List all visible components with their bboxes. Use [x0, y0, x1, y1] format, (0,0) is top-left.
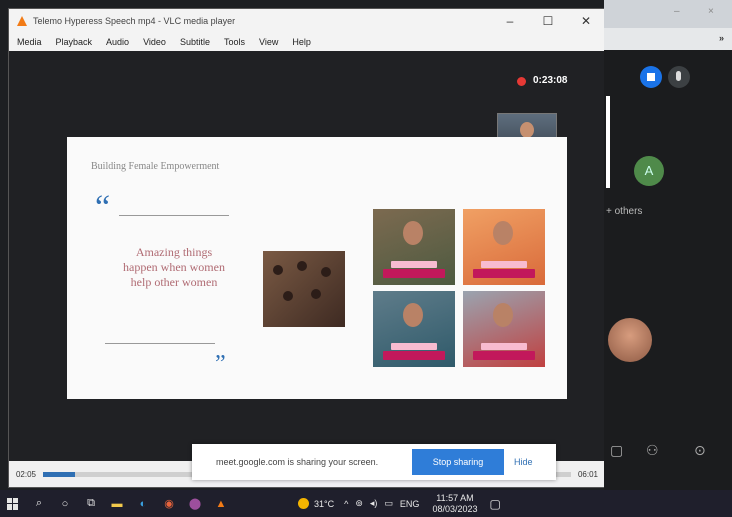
file-explorer-icon[interactable]: ▬	[104, 494, 130, 514]
menu-view[interactable]: View	[259, 37, 278, 47]
recording-icon	[517, 77, 526, 86]
participant-avatar	[608, 318, 652, 362]
elapsed-time: 02:05	[15, 469, 37, 479]
clock-date: 08/03/2023	[432, 503, 478, 514]
battery-icon[interactable]: ▭	[384, 498, 393, 509]
slide-quote: Amazing things happen when women help ot…	[123, 245, 225, 289]
volume-icon[interactable]: ◂)	[370, 498, 378, 509]
seek-progress	[43, 471, 75, 477]
hide-button[interactable]: Hide	[514, 457, 533, 467]
quote-divider-top	[119, 215, 229, 216]
windows-icon	[7, 497, 19, 510]
network-icon[interactable]: ⊚	[355, 498, 363, 509]
others-label: + others	[606, 206, 643, 217]
close-button[interactable]: ✕	[567, 14, 605, 28]
presentation-slide: Building Female Empowerment “ Amazing th…	[67, 137, 567, 399]
meet-side-panel: – × » A + others ▢ ⚇ ⊙	[604, 0, 732, 492]
notification-icon[interactable]: ▢	[489, 497, 500, 511]
menu-audio[interactable]: Audio	[106, 37, 129, 47]
people-icon[interactable]: ⚇	[646, 442, 659, 459]
participant-face	[520, 122, 534, 138]
menu-media[interactable]: Media	[17, 37, 42, 47]
weather-temp: 31°C	[314, 498, 335, 509]
classroom-photo	[263, 251, 345, 327]
tab-minimize-icon[interactable]: –	[674, 6, 680, 17]
close-quote-icon: ”	[215, 351, 226, 377]
windows-taskbar: ⌕ ○ ⧉ ▬ ◐ ◉ ⬤ ▲ 31°C ^ ⊚ ◂) ▭ ENG 11:57 …	[0, 490, 732, 517]
slide-title: Building Female Empowerment	[91, 161, 220, 172]
avatar: A	[634, 156, 664, 186]
mic-icon[interactable]	[668, 66, 690, 88]
vlc-cone-icon	[17, 16, 27, 26]
menu-subtitle[interactable]: Subtitle	[180, 37, 210, 47]
search-icon[interactable]: ⌕	[26, 494, 52, 514]
show-hidden-icons-icon[interactable]: ^	[344, 499, 348, 509]
vlc-taskbar-icon[interactable]: ▲	[208, 494, 234, 514]
maximize-button[interactable]: ☐	[529, 14, 567, 28]
app-icon[interactable]: ⬤	[182, 494, 208, 514]
total-time: 06:01	[577, 469, 599, 479]
sun-icon	[298, 498, 309, 509]
recording-timer: 0:23:08	[533, 75, 568, 86]
vlc-menubar: Media Playback Audio Video Subtitle Tool…	[9, 33, 605, 51]
system-tray: ^ ⊚ ◂) ▭ ENG	[344, 498, 426, 509]
menu-help[interactable]: Help	[292, 37, 311, 47]
stop-sharing-button[interactable]: Stop sharing	[412, 449, 504, 475]
menu-video[interactable]: Video	[143, 37, 166, 47]
activities-icon[interactable]: ⊙	[694, 442, 706, 459]
captions-icon[interactable]: ▢	[610, 442, 623, 459]
window-title: Telemo Hyperess Speech mp4 - VLC media p…	[33, 16, 236, 26]
screen-share-bar: meet.google.com is sharing your screen. …	[192, 444, 556, 480]
bookmarks-strip: »	[604, 28, 732, 50]
speaker-photo-2	[463, 209, 545, 285]
panel-divider	[606, 96, 610, 188]
language-indicator[interactable]: ENG	[400, 499, 420, 509]
clock-time: 11:57 AM	[436, 492, 474, 503]
tab-close-icon[interactable]: ×	[708, 6, 714, 17]
speaker-photo-3	[373, 291, 455, 367]
speaker-photo-1	[373, 209, 455, 285]
minimize-button[interactable]: –	[491, 14, 529, 28]
cortana-icon[interactable]: ○	[52, 494, 78, 514]
start-button[interactable]	[0, 494, 26, 514]
weather-widget[interactable]: 31°C	[298, 498, 334, 509]
open-quote-icon: “	[95, 189, 111, 226]
stop-recording-icon[interactable]	[640, 66, 662, 88]
vlc-titlebar: Telemo Hyperess Speech mp4 - VLC media p…	[9, 9, 605, 33]
quote-divider-bottom	[105, 343, 215, 344]
chrome-icon[interactable]: ◉	[156, 494, 182, 514]
clock[interactable]: 11:57 AM 08/03/2023	[432, 493, 477, 515]
task-view-icon[interactable]: ⧉	[78, 494, 104, 514]
share-message: meet.google.com is sharing your screen.	[216, 457, 379, 467]
browser-tab-strip: – ×	[604, 0, 732, 28]
vlc-window: Telemo Hyperess Speech mp4 - VLC media p…	[8, 8, 606, 488]
edge-icon[interactable]: ◐	[130, 494, 156, 514]
menu-playback[interactable]: Playback	[56, 37, 93, 47]
speaker-photo-4	[463, 291, 545, 367]
more-icon[interactable]: »	[719, 33, 724, 43]
menu-tools[interactable]: Tools	[224, 37, 245, 47]
